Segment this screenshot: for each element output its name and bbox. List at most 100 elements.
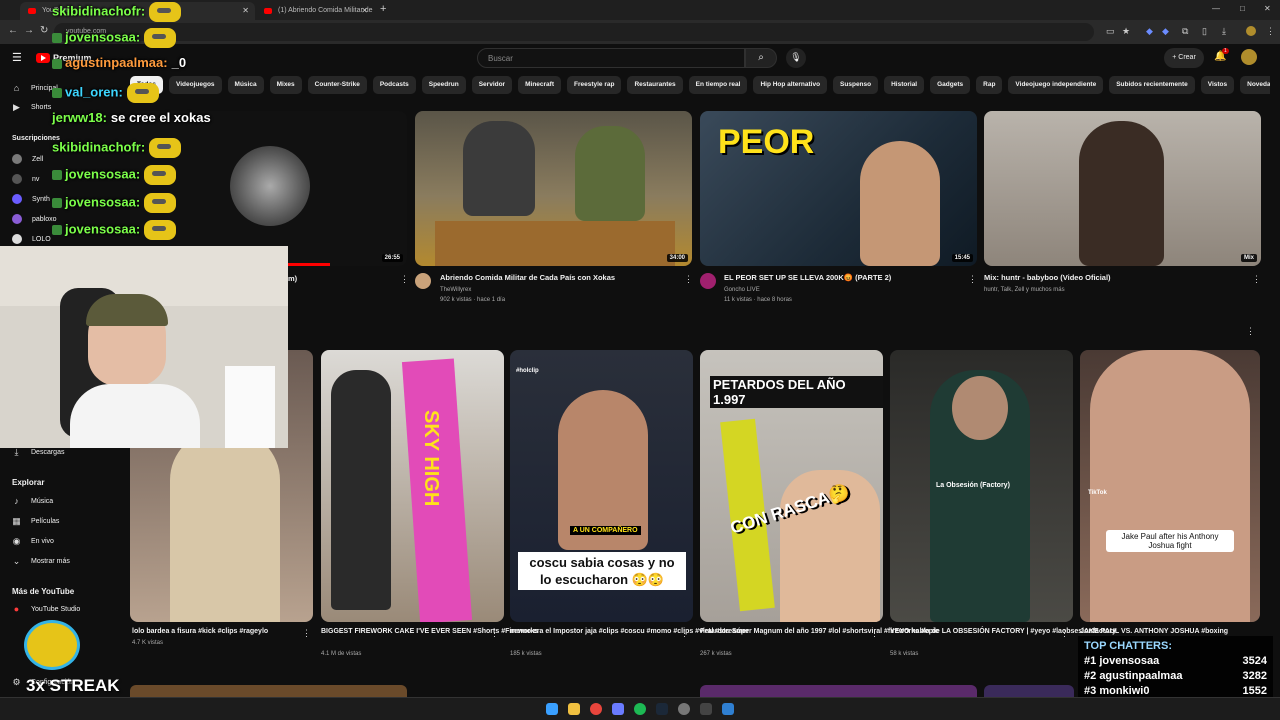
chip-15[interactable]: Gadgets bbox=[930, 76, 971, 94]
chip-17[interactable]: Videojuego independiente bbox=[1008, 76, 1104, 94]
new-tab-button[interactable]: + bbox=[380, 3, 386, 15]
chatter-rank: #1 bbox=[1084, 655, 1097, 667]
chip-7[interactable]: Servidor bbox=[471, 76, 513, 94]
forward-icon[interactable]: → bbox=[24, 25, 34, 36]
short-thumbnail[interactable]: #holclip A UN COMPAÑERO coscu sabia cosa… bbox=[510, 350, 693, 622]
short-title[interactable]: lolo bardea a fisura #kick #clips #ragey… bbox=[132, 627, 268, 637]
chip-14[interactable]: Historial bbox=[884, 76, 925, 94]
avatar bbox=[12, 194, 22, 204]
chip-4[interactable]: Counter-Strike bbox=[307, 76, 367, 94]
hamburger-menu-icon[interactable]: ☰ bbox=[12, 51, 22, 64]
chrome-icon[interactable] bbox=[590, 703, 602, 715]
channel-name[interactable]: huntr, Talk, Zell y muchos más bbox=[984, 286, 1065, 294]
chip-13[interactable]: Suspenso bbox=[833, 76, 879, 94]
obs-icon[interactable] bbox=[678, 703, 690, 715]
sidebar-sub-nv[interactable]: nv bbox=[12, 173, 39, 185]
app-icon[interactable] bbox=[722, 703, 734, 715]
more-options-icon[interactable]: ⋮ bbox=[1060, 628, 1069, 639]
back-icon[interactable]: ← bbox=[8, 25, 18, 36]
sidebar-item-movies[interactable]: ▦ Películas bbox=[12, 515, 59, 527]
more-options-icon[interactable]: ⋮ bbox=[1252, 274, 1261, 285]
short-thumbnail[interactable]: PETARDOS DEL AÑO 1.997 CON RASCA🤔 bbox=[700, 350, 883, 622]
voice-search-button[interactable]: 🎙 bbox=[786, 48, 806, 68]
chip-5[interactable]: Podcasts bbox=[372, 76, 416, 94]
create-button[interactable]: + Crear bbox=[1164, 48, 1204, 68]
extension-icon[interactable]: ◆ bbox=[1146, 26, 1153, 37]
more-options-icon[interactable]: ⋮ bbox=[400, 274, 409, 285]
shelf-options-icon[interactable]: ⋮ bbox=[1246, 326, 1255, 337]
video-thumbnail[interactable]: Mix bbox=[984, 111, 1261, 266]
sidebar-sub-lolo[interactable]: LOLO bbox=[12, 233, 51, 245]
more-options-icon[interactable]: ⋮ bbox=[870, 628, 879, 639]
cast-icon[interactable]: ▭ bbox=[1106, 26, 1115, 37]
chip-11[interactable]: En tiempo real bbox=[688, 76, 748, 94]
duration-badge: 15:45 bbox=[951, 254, 973, 262]
chip-19[interactable]: Vistos bbox=[1200, 76, 1235, 94]
search-button[interactable]: ⌕ bbox=[745, 48, 777, 68]
video-title[interactable]: EL PEOR SET UP SE LLEVA 200K😡 (PARTE 2) bbox=[724, 273, 891, 283]
bookmark-star-icon[interactable]: ★ bbox=[1122, 26, 1130, 37]
channel-name[interactable]: TheWillyrex bbox=[440, 286, 471, 294]
steam-icon[interactable] bbox=[656, 703, 668, 715]
video-thumbnail[interactable] bbox=[700, 685, 977, 697]
chip-20[interactable]: Novedad pa bbox=[1240, 76, 1270, 94]
sidebar-item-home[interactable]: ⌂ Principal bbox=[12, 82, 58, 94]
more-options-icon[interactable]: ⋮ bbox=[968, 274, 977, 285]
sidepanel-icon[interactable]: ▯ bbox=[1202, 26, 1207, 37]
chip-6[interactable]: Speedrun bbox=[421, 76, 466, 94]
channel-name[interactable]: Goncho LIVE bbox=[724, 286, 760, 294]
app-icon[interactable] bbox=[700, 703, 712, 715]
more-options-icon[interactable]: ⋮ bbox=[490, 628, 499, 639]
video-thumbnail[interactable]: PEOR 15:45 bbox=[700, 111, 977, 266]
windows-start-icon[interactable] bbox=[546, 703, 558, 715]
chip-16[interactable]: Rap bbox=[976, 76, 1003, 94]
search-input[interactable]: Buscar bbox=[477, 48, 745, 68]
sidebar-item-music[interactable]: ♪ Música bbox=[12, 495, 53, 507]
maximize-button[interactable]: □ bbox=[1240, 4, 1245, 13]
channel-avatar[interactable] bbox=[415, 273, 431, 289]
sidebar-sub-zell[interactable]: Zell bbox=[12, 153, 43, 165]
webcam-overlay bbox=[0, 246, 288, 448]
more-options-icon[interactable]: ⋮ bbox=[684, 274, 693, 285]
spotify-icon[interactable] bbox=[634, 703, 646, 715]
video-thumbnail[interactable]: 34:00 bbox=[415, 111, 692, 266]
download-icon[interactable]: ⤓ bbox=[1222, 26, 1226, 37]
discord-icon[interactable] bbox=[612, 703, 624, 715]
short-thumbnail[interactable]: La Obsesión (Factory) bbox=[890, 350, 1073, 622]
account-avatar[interactable] bbox=[1241, 49, 1257, 65]
chat-emote-icon bbox=[149, 138, 182, 158]
video-title[interactable]: Abriendo Comida Militar de Cada País con… bbox=[440, 273, 615, 283]
video-thumbnail[interactable] bbox=[130, 685, 407, 697]
more-options-icon[interactable]: ⋮ bbox=[680, 628, 689, 639]
short-thumbnail[interactable]: TikTok Jake Paul after his Anthony Joshu… bbox=[1080, 350, 1260, 622]
chat-message: skibidinachofr: bbox=[52, 2, 182, 22]
chip-12[interactable]: Hip Hop alternativo bbox=[753, 76, 828, 94]
extension-icon[interactable]: ◆ bbox=[1162, 26, 1169, 37]
sidebar-sub-synth[interactable]: Synth bbox=[12, 193, 50, 205]
short-title[interactable]: BIGGEST FIREWORK CAKE I'VE EVER SEEN #Sh… bbox=[321, 627, 538, 637]
close-window-button[interactable]: ✕ bbox=[1264, 4, 1271, 13]
more-options-icon[interactable]: ⋮ bbox=[302, 628, 311, 639]
profile-avatar[interactable] bbox=[1246, 26, 1256, 36]
chip-18[interactable]: Subidos recientemente bbox=[1109, 76, 1195, 94]
menu-dots-icon[interactable]: ⋮ bbox=[1266, 26, 1275, 37]
sidebar-item-show-more[interactable]: ⌄ Mostrar más bbox=[12, 555, 70, 567]
sidebar-item-live[interactable]: ◉ En vivo bbox=[12, 535, 54, 547]
sidebar-item-studio[interactable]: ● YouTube Studio bbox=[12, 603, 81, 615]
short-thumbnail[interactable]: SKY HIGH bbox=[321, 350, 504, 622]
minimize-button[interactable]: — bbox=[1212, 4, 1220, 13]
short-views: 185 k vistas bbox=[510, 651, 542, 657]
extensions-puzzle-icon[interactable]: ⧉ bbox=[1182, 26, 1188, 37]
channel-avatar[interactable] bbox=[700, 273, 716, 289]
video-thumbnail[interactable] bbox=[984, 685, 1074, 697]
chip-9[interactable]: Freestyle rap bbox=[567, 76, 622, 94]
sidebar-item-shorts[interactable]: ▶ Shorts bbox=[12, 101, 51, 113]
close-icon[interactable]: ✕ bbox=[361, 6, 368, 15]
sidebar-sub-pabloxo[interactable]: pabloxo bbox=[12, 213, 57, 225]
reload-icon[interactable]: ↻ bbox=[40, 25, 48, 36]
chip-8[interactable]: Minecraft bbox=[518, 76, 561, 94]
video-title[interactable]: Mix: huntr - babyboo (Video Oficial) bbox=[984, 273, 1111, 283]
video-title[interactable]: m) bbox=[288, 274, 297, 284]
chip-10[interactable]: Restaurantes bbox=[627, 76, 683, 94]
file-explorer-icon[interactable] bbox=[568, 703, 580, 715]
